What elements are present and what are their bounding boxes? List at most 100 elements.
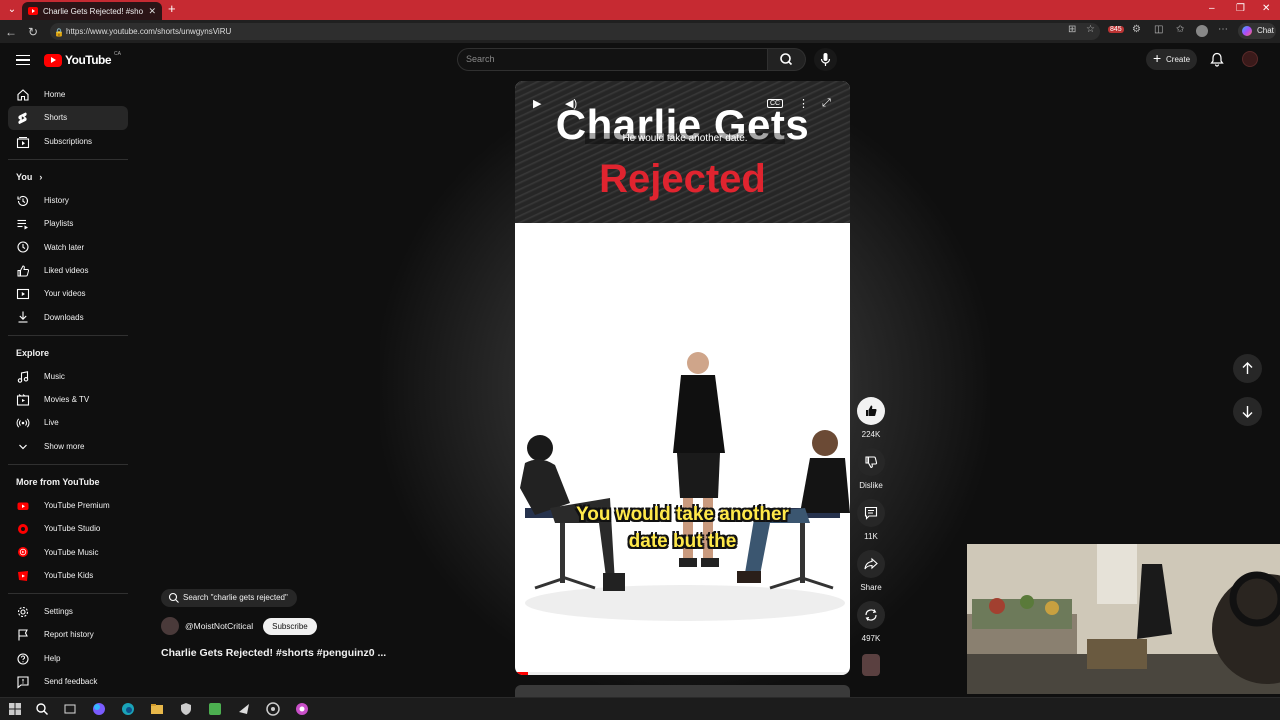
security-shield-icon[interactable] [179,702,193,716]
sidebar-item-youtube-premium[interactable]: YouTube Premium [8,494,128,517]
voice-search-button[interactable] [814,48,837,71]
sidebar-item-movies-tv[interactable]: Movies & TV [8,388,128,411]
sidebar-item-youtube-music[interactable]: YouTube Music [8,540,128,563]
next-short-preview[interactable] [515,685,850,697]
youtube-logo[interactable]: YouTube CA [44,51,121,67]
sidebar-item-liked-videos[interactable]: Liked videos [8,259,128,282]
restore-icon[interactable]: ❐ [1236,3,1245,14]
more-options-icon[interactable]: ⋮ [798,97,809,110]
share-button[interactable]: Share [856,550,886,592]
extensions-icon[interactable]: ⚙ [1132,24,1141,35]
extension-badge[interactable]: 845 [1108,26,1124,33]
search-input[interactable]: Search [457,48,768,71]
video-title[interactable]: Charlie Gets Rejected! #shorts #penguinz… [161,647,386,659]
split-screen-icon[interactable]: ◫ [1154,24,1163,35]
captions-icon[interactable]: CC [767,99,784,108]
copilot-icon[interactable] [92,702,106,716]
fullscreen-icon[interactable]: ⤢ [822,97,831,110]
tab-title: Charlie Gets Rejected! #shorts #p [43,6,144,16]
copilot-chat-button[interactable]: Chat [1238,23,1276,39]
calculator-app-icon[interactable] [208,702,222,716]
sidebar-item-help[interactable]: Help [8,647,128,670]
back-icon[interactable]: ← [0,25,22,39]
sound-thumbnail[interactable] [862,654,880,676]
channel-avatar[interactable] [161,617,179,635]
windows-start-icon[interactable] [8,702,22,716]
sidebar-item-subscriptions[interactable]: Subscriptions [8,130,128,153]
thumbs-down-icon [865,456,878,469]
create-button[interactable]: Create [1146,48,1197,70]
taskbar-search-icon[interactable] [35,702,49,716]
new-tab-button[interactable]: + [168,2,176,16]
search-suggestion-chip[interactable]: Search "charlie gets rejected" [161,589,297,607]
sidebar-you-heading[interactable]: You › [0,166,136,189]
volume-icon[interactable]: ◀) [565,97,577,110]
divider [8,158,128,160]
music-player-icon[interactable] [295,702,309,716]
close-window-icon[interactable]: ✕ [1262,3,1270,14]
closed-caption-text: He would take another date. [585,133,785,144]
url-text: https://www.youtube.com/shorts/unwgynsVi… [66,27,232,36]
channel-name[interactable]: @MoistNotCritical [185,621,253,631]
sidebar-item-live[interactable]: Live [8,411,128,434]
refresh-icon[interactable]: ↻ [22,25,44,39]
browser-tab[interactable]: Charlie Gets Rejected! #shorts #p ✕ [22,2,162,20]
sidebar-item-music[interactable]: Music [8,365,128,388]
close-tab-icon[interactable]: ✕ [148,6,156,17]
favorite-star-icon[interactable]: ☆ [1086,24,1095,35]
dislike-button[interactable]: Dislike [856,448,886,490]
sidebar-item-report-history[interactable]: Report history [8,623,128,646]
url-field[interactable]: 🔒 https://www.youtube.com/shorts/unwgyns… [50,23,1100,40]
share-circle [857,550,885,578]
sidebar-item-label: Your videos [44,289,86,299]
sidebar-item-youtube-kids[interactable]: YouTube Kids [8,564,128,587]
shorts-icon [18,112,27,125]
shorts-video-player[interactable]: Charlie Gets He would take another date.… [515,81,850,675]
account-avatar[interactable] [1242,51,1258,67]
tab-actions-menu[interactable]: ⌄ [4,3,20,17]
video-title-line2: Rejected [599,157,766,201]
live-icon [16,418,30,428]
sidebar-item-history[interactable]: History [8,189,128,212]
sidebar-item-label: Report history [44,630,94,640]
sidebar-item-playlists[interactable]: Playlists [8,212,128,235]
search-chip-label: Search "charlie gets rejected" [183,593,288,602]
divider [8,593,128,595]
sidebar-item-label: Watch later [44,242,85,252]
favorites-icon[interactable]: ✩ [1176,24,1184,35]
sidebar-item-your-videos[interactable]: Your videos [8,282,128,305]
play-icon[interactable]: ▶ [533,97,541,110]
sidebar-item-send-feedback[interactable]: Send feedback [8,670,128,693]
sidebar-item-shorts[interactable]: Shorts [8,106,128,130]
task-view-icon[interactable] [63,702,77,716]
edge-browser-icon[interactable] [121,702,135,716]
steam-icon[interactable] [237,702,251,716]
file-explorer-icon[interactable] [150,702,164,716]
chrome-like-icon[interactable] [266,702,280,716]
sidebar-item-watch-later[interactable]: Watch later [8,235,128,258]
search-button[interactable] [768,48,806,71]
sidebar-item-show-more[interactable]: Show more [8,435,128,458]
video-progress-bar[interactable] [515,672,850,675]
next-short-button[interactable] [1233,397,1262,426]
profile-icon[interactable] [1196,25,1208,37]
sidebar-item-settings[interactable]: Settings [8,600,128,623]
app-available-icon[interactable]: ⊞ [1068,24,1076,35]
more-options-icon[interactable]: ⋯ [1218,24,1228,35]
sidebar-item-youtube-studio[interactable]: YouTube Studio [8,517,128,540]
remix-button[interactable]: 497K [856,601,886,643]
sidebar-item-downloads[interactable]: Downloads [8,305,128,328]
like-button[interactable]: 224K [856,397,886,439]
sidebar-item-label: YouTube Music [44,547,99,557]
menu-icon[interactable] [16,55,30,65]
sidebar-item-label: Help [44,653,61,663]
sidebar-item-home[interactable]: Home [8,83,128,106]
previous-short-button[interactable] [1233,354,1262,383]
comments-button[interactable]: 11K [856,499,886,541]
remix-circle [857,601,885,629]
minimize-icon[interactable]: – [1209,3,1215,14]
subscribe-button[interactable]: Subscribe [263,617,317,635]
sidebar-item-label: Home [44,90,66,100]
notifications-button[interactable] [1210,52,1224,67]
sidebar-item-label: Music [44,371,65,381]
